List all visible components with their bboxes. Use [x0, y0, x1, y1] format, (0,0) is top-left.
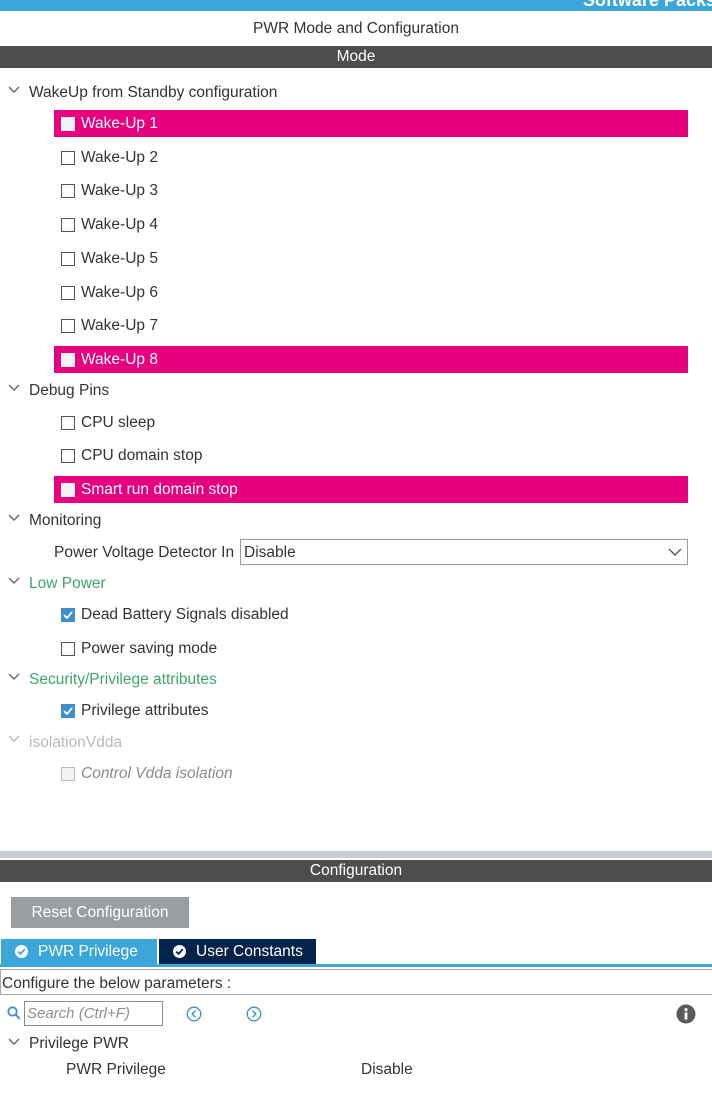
checkbox-row-power-saving[interactable]: Power saving mode: [54, 635, 688, 662]
checkbox[interactable]: [61, 286, 75, 300]
checkbox-label: Wake-Up 6: [81, 284, 158, 301]
checkbox-row-wakeup-5[interactable]: Wake-Up 5: [54, 245, 688, 272]
check-circle-icon: [173, 945, 186, 958]
tab-underline: [0, 964, 712, 967]
chevron-down-icon[interactable]: [8, 85, 20, 97]
instruction-box: Configure the below parameters :: [0, 969, 712, 995]
section-isolation-title: isolationVdda: [29, 734, 123, 751]
checkbox-label: Wake-Up 3: [81, 182, 158, 199]
checkbox-label: Privilege attributes: [81, 702, 209, 719]
checkbox-row-privilege-attributes[interactable]: Privilege attributes: [54, 697, 688, 724]
tab-pwr-privilege[interactable]: PWR Privilege: [1, 939, 157, 964]
configuration-header: Configuration: [0, 860, 712, 882]
chevron-down-icon[interactable]: [8, 383, 20, 395]
check-circle-icon: [15, 945, 28, 958]
chevron-down-icon[interactable]: [8, 513, 20, 525]
top-strip: Software Packs: [0, 0, 712, 11]
checkbox-row-wakeup-3[interactable]: Wake-Up 3: [54, 177, 688, 204]
checkbox-label: Smart run domain stop: [81, 481, 238, 498]
pvd-select[interactable]: Disable: [240, 539, 688, 565]
checkbox-label: Control Vdda isolation: [81, 765, 233, 782]
next-result-icon[interactable]: [246, 1006, 262, 1022]
checkbox-label: Wake-Up 5: [81, 250, 158, 267]
reset-configuration-button[interactable]: Reset Configuration: [11, 897, 189, 928]
checkbox-checked[interactable]: [61, 704, 75, 718]
checkbox-row-cpu-domain-stop[interactable]: CPU domain stop: [54, 442, 688, 469]
tab-label: User Constants: [196, 943, 303, 960]
checkbox-row-control-vdda: Control Vdda isolation: [54, 760, 688, 787]
checkbox[interactable]: [61, 184, 75, 198]
search-input[interactable]: [24, 1001, 163, 1026]
section-wakeup-title[interactable]: WakeUp from Standby configuration: [29, 83, 277, 103]
section-debug-title[interactable]: Debug Pins: [29, 381, 109, 401]
checkbox[interactable]: [61, 218, 75, 232]
instruction-text: Configure the below parameters :: [2, 975, 232, 992]
checkbox[interactable]: [61, 319, 75, 333]
chevron-down-icon[interactable]: [8, 576, 20, 588]
checkbox-label: CPU domain stop: [81, 447, 203, 464]
checkbox[interactable]: [61, 117, 75, 131]
chevron-down-icon[interactable]: [8, 734, 20, 746]
checkbox-row-dead-battery[interactable]: Dead Battery Signals disabled: [54, 601, 688, 628]
section-security-title[interactable]: Security/Privilege attributes: [29, 670, 217, 690]
checkbox-label: Wake-Up 4: [81, 216, 158, 233]
panel-title: PWR Mode and Configuration: [253, 20, 459, 37]
tab-label: PWR Privilege: [38, 943, 138, 960]
param-value[interactable]: Disable: [361, 1060, 413, 1080]
checkbox-label: CPU sleep: [81, 414, 156, 431]
checkbox-checked[interactable]: [61, 608, 75, 622]
checkbox[interactable]: [61, 642, 75, 656]
checkbox-label: Dead Battery Signals disabled: [81, 606, 289, 623]
checkbox[interactable]: [61, 252, 75, 266]
checkbox-row-wakeup-6[interactable]: Wake-Up 6: [54, 279, 688, 306]
check-icon: [63, 707, 73, 716]
checkbox[interactable]: [61, 483, 75, 497]
checkbox-row-smart-run-domain-stop[interactable]: Smart run domain stop: [54, 476, 688, 503]
checkbox-row-cpu-sleep[interactable]: CPU sleep: [54, 409, 688, 436]
info-icon[interactable]: [676, 1004, 696, 1024]
section-low-power-title[interactable]: Low Power: [29, 574, 106, 594]
checkbox-row-wakeup-8[interactable]: Wake-Up 8: [54, 346, 688, 373]
group-privilege-pwr-title[interactable]: Privilege PWR: [29, 1034, 129, 1054]
pvd-label: Power Voltage Detector In: [54, 544, 235, 561]
checkbox[interactable]: [61, 353, 75, 367]
check-icon: [63, 611, 73, 620]
checkbox-row-wakeup-2[interactable]: Wake-Up 2: [54, 144, 688, 171]
tab-user-constants[interactable]: User Constants: [159, 939, 316, 964]
checkbox-disabled: [61, 767, 75, 781]
checkbox-label: Power saving mode: [81, 640, 218, 657]
chevron-down-icon[interactable]: [8, 1037, 20, 1049]
checkbox-row-wakeup-7[interactable]: Wake-Up 7: [54, 312, 688, 339]
chevron-down-icon[interactable]: [8, 672, 20, 684]
section-monitoring-title[interactable]: Monitoring: [29, 511, 101, 531]
checkbox[interactable]: [61, 151, 75, 165]
checkbox-label: Wake-Up 2: [81, 149, 158, 166]
pvd-select-value: Disable: [244, 544, 296, 561]
software-packs-label[interactable]: Software Packs: [583, 0, 712, 11]
mode-header: Mode: [0, 46, 712, 68]
chevron-down-icon: [668, 548, 682, 556]
split-divider[interactable]: [0, 851, 712, 858]
checkbox-label: Wake-Up 1: [81, 115, 158, 132]
checkbox[interactable]: [61, 416, 75, 430]
checkbox-label: Wake-Up 8: [81, 351, 158, 368]
checkbox[interactable]: [61, 449, 75, 463]
search-icon: [7, 1006, 21, 1020]
checkbox-row-wakeup-1[interactable]: Wake-Up 1: [54, 110, 688, 137]
previous-result-icon[interactable]: [186, 1006, 202, 1022]
checkbox-row-wakeup-4[interactable]: Wake-Up 4: [54, 211, 688, 238]
param-name[interactable]: PWR Privilege: [66, 1060, 166, 1080]
checkbox-label: Wake-Up 7: [81, 317, 158, 334]
